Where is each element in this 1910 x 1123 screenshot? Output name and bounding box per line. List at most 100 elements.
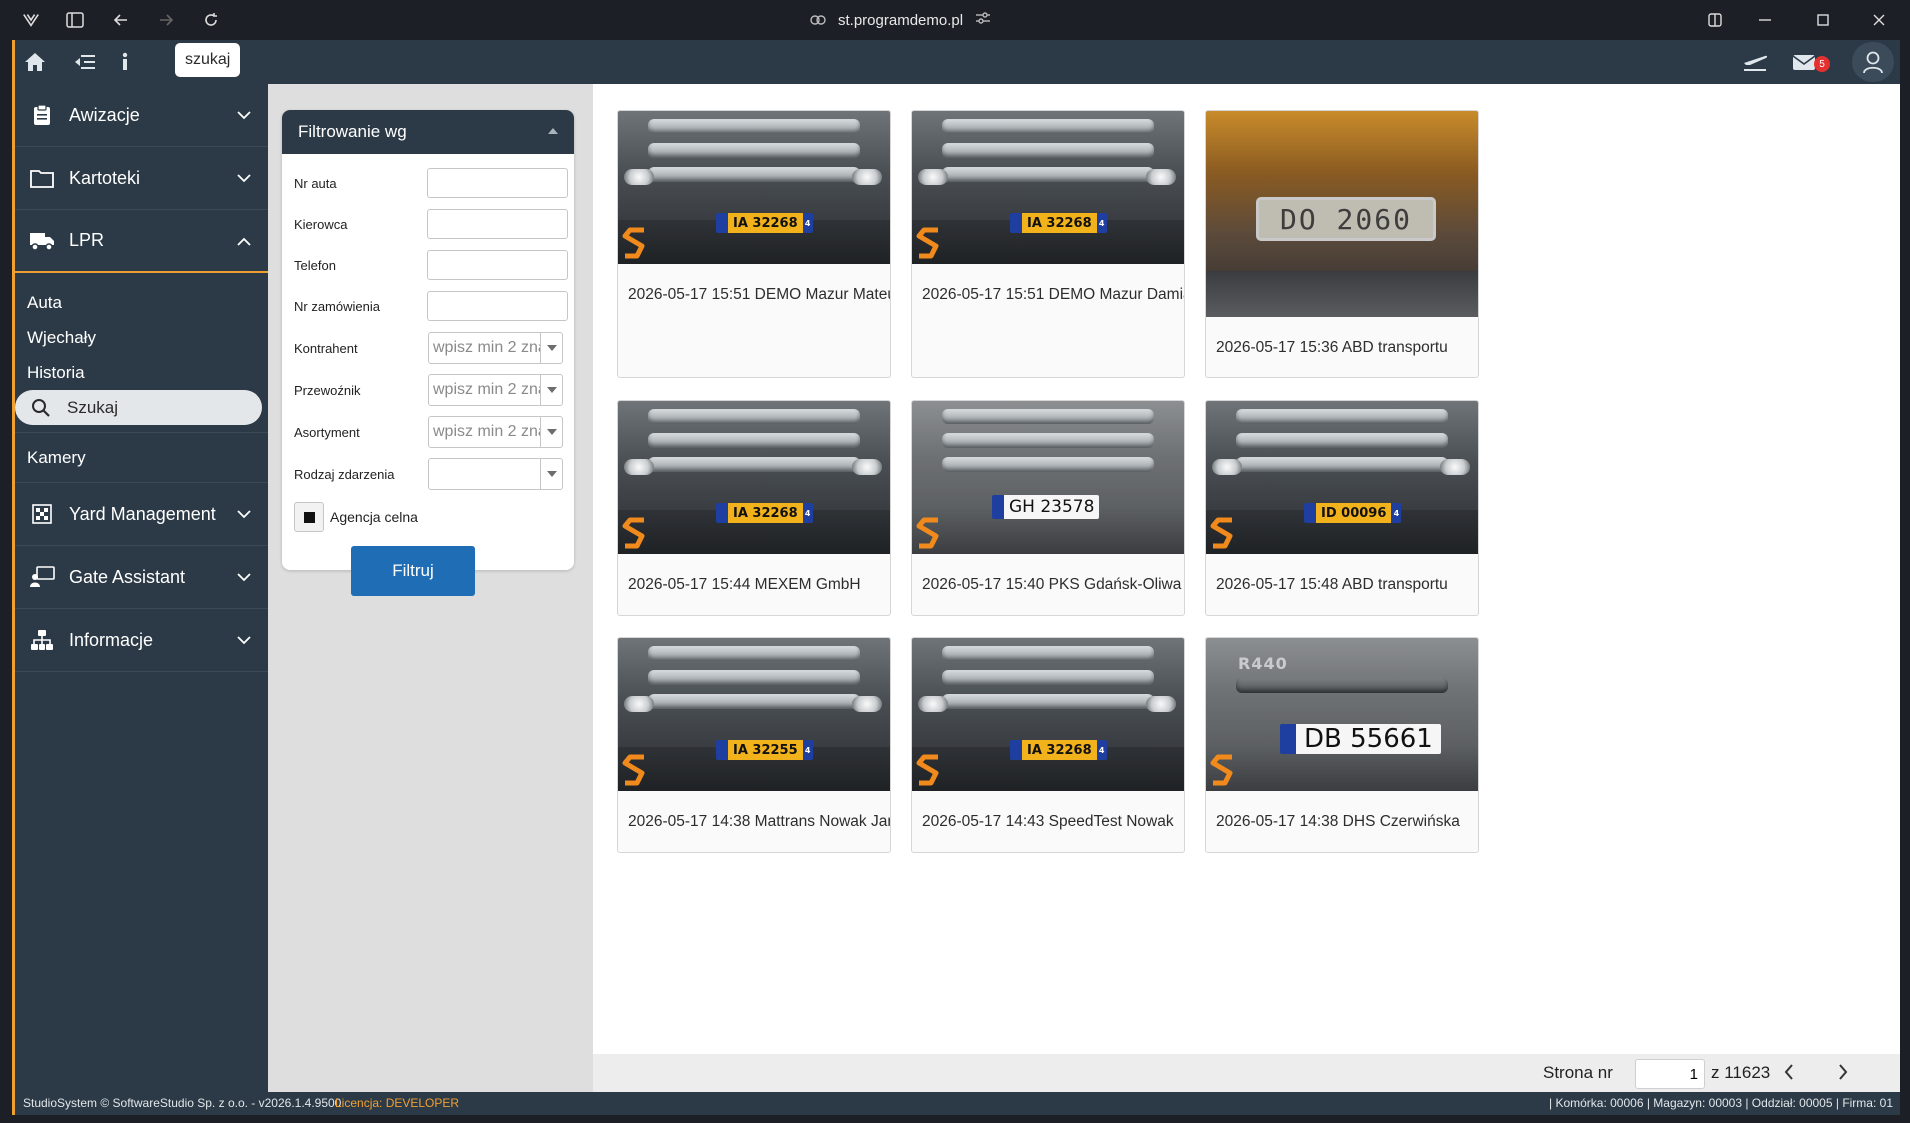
close-icon[interactable] [1868,9,1890,31]
sidebar-item-label: Informacje [69,629,154,650]
grille-bar [942,409,1154,424]
prev-page-icon[interactable] [1777,1060,1801,1084]
sidebar-subitem-historia[interactable]: Historia [15,355,268,390]
eu-band [1280,724,1296,754]
dropdown-arrow-icon[interactable] [540,459,562,489]
chevron-down-icon[interactable] [234,105,254,125]
reload-icon[interactable] [200,9,222,31]
result-card[interactable]: IA 32268 4 2026-05-17 14:43 SpeedTest No… [911,637,1185,853]
departure-icon[interactable] [1741,48,1769,76]
vehicle-photo[interactable]: IA 32268 4 [912,111,1184,264]
plate-suffix: 4 [1096,740,1107,760]
plate-suffix: 4 [1391,503,1402,523]
rodzaj-zdarzenia-combobox[interactable] [428,458,563,490]
headlamp [1212,459,1242,475]
address-bar[interactable]: st.programdemo.pl [810,9,991,31]
studio-logo-icon [622,754,645,786]
filter-panel-header[interactable]: Filtrowanie wg [282,110,574,154]
vehicle-photo[interactable]: IA 32268 4 [618,401,890,554]
sidebar-item-informacje[interactable]: Informacje [15,609,268,672]
headlamp [624,696,654,712]
app-window: szukaj 5 Awizacje Kartoteki LPR Auta Wje… [12,40,1900,1115]
filter-row-przewoznik: Przewoźnik wpisz min 2 znaki [294,374,568,406]
vehicle-photo[interactable]: IA 32255 4 [618,638,890,791]
browser-logo-icon[interactable] [20,9,42,31]
nr-zamowienia-input[interactable] [427,291,568,321]
grille-bar [1236,678,1448,693]
chevron-down-icon[interactable] [234,168,254,188]
result-card[interactable]: IA 32255 4 2026-05-17 14:38 Mattrans Now… [617,637,891,853]
grille-bar [942,119,1154,134]
vehicle-photo[interactable]: GH 23578 [912,401,1184,554]
dropdown-arrow-icon[interactable] [540,375,562,405]
maximize-icon[interactable] [1812,9,1834,31]
vehicle-photo[interactable]: IA 32268 4 [618,111,890,264]
result-card[interactable]: IA 32268 4 2026-05-17 15:44 MEXEM GmbH [617,400,891,616]
plate-suffix: 4 [1096,213,1107,233]
ground [1206,271,1478,317]
result-card[interactable]: R440 DB 55661 2026-05-17 14:38 DHS Czerw… [1205,637,1479,853]
telefon-input[interactable] [427,250,568,280]
agencja-celna-checkbox[interactable] [294,502,324,532]
kierowca-input[interactable] [427,209,568,239]
vehicle-photo[interactable]: R440 DB 55661 [1206,638,1478,791]
split-view-icon[interactable] [1704,9,1726,31]
asortyment-combobox[interactable]: wpisz min 2 znaki [428,416,563,448]
info-icon[interactable] [111,48,139,76]
mail-count-badge: 5 [1814,56,1830,72]
grille-bar [648,670,860,685]
dropdown-arrow-icon[interactable] [540,333,562,363]
kontrahent-combobox[interactable]: wpisz min 2 znaki [428,332,563,364]
page-number-input[interactable] [1635,1059,1705,1089]
grille-bar [942,433,1154,448]
studio-logo-icon [1210,754,1233,786]
sidebar-subitem-auta[interactable]: Auta [15,285,268,320]
vehicle-photo[interactable]: ID 00096 4 [1206,401,1478,554]
nr-auta-input[interactable] [427,168,568,198]
sidebar-item-lpr[interactable]: LPR [15,210,268,273]
plate-suffix: 4 [802,740,813,760]
home-icon[interactable] [21,48,49,76]
sidebar-toggle-icon[interactable] [64,9,86,31]
license-plate: IA 32268 4 [716,503,813,523]
back-icon[interactable] [110,9,132,31]
sidebar-item-kartoteki[interactable]: Kartoteki [15,147,268,210]
sidebar-item-yard-management[interactable]: Yard Management [15,483,268,546]
card-caption: 2026-05-17 15:51 DEMO Mazur Mateusz [628,286,890,303]
collapse-caret-icon[interactable] [548,128,558,134]
truck-icon [29,228,55,254]
przewoznik-combobox[interactable]: wpisz min 2 znaki [428,374,563,406]
sidebar-item-gate-assistant[interactable]: Gate Assistant [15,546,268,609]
chevron-down-icon[interactable] [234,504,254,524]
result-card[interactable]: IA 32268 4 2026-05-17 15:51 DEMO Mazur M… [617,110,891,378]
sidebar-subitem-wjechaly[interactable]: Wjechały [15,320,268,355]
vehicle-photo[interactable]: DO 2060 [1206,111,1478,317]
chevron-down-icon[interactable] [234,567,254,587]
filter-title: Filtrowanie wg [298,122,407,141]
filter-row-kontrahent: Kontrahent wpisz min 2 znaki [294,332,568,364]
sidebar-subitem-kamery[interactable]: Kamery [15,433,268,483]
eu-band [1010,213,1022,233]
license-text: Licencja: DEVELOPER [335,1096,460,1110]
menu-collapse-icon[interactable] [71,48,99,76]
vehicle-photo[interactable]: IA 32268 4 [912,638,1184,791]
url-text[interactable]: st.programdemo.pl [838,12,963,29]
result-card[interactable]: DO 2060 2026-05-17 15:36 ABD transportu [1205,110,1479,378]
result-card[interactable]: IA 32268 4 2026-05-17 15:51 DEMO Mazur D… [911,110,1185,378]
filter-button[interactable]: Filtruj [351,546,475,596]
plate-number: IA 32255 [728,740,803,760]
sidebar-item-awizacje[interactable]: Awizacje [15,84,268,147]
result-card[interactable]: GH 23578 2026-05-17 15:40 PKS Gdańsk-Oli… [911,400,1185,616]
chevron-down-icon[interactable] [234,630,254,650]
license-plate: IA 32268 4 [716,213,813,233]
chevron-up-icon[interactable] [234,231,254,251]
site-settings-icon[interactable] [975,11,991,29]
next-page-icon[interactable] [1831,1060,1855,1084]
user-avatar-icon[interactable] [1852,42,1894,82]
dropdown-arrow-icon[interactable] [540,417,562,447]
forward-icon[interactable] [155,9,177,31]
sidebar-subitem-szukaj[interactable]: Szukaj [15,390,262,425]
search-tab-tag[interactable]: szukaj [175,43,241,77]
minimize-icon[interactable] [1754,9,1776,31]
result-card[interactable]: ID 00096 4 2026-05-17 15:48 ABD transpor… [1205,400,1479,616]
